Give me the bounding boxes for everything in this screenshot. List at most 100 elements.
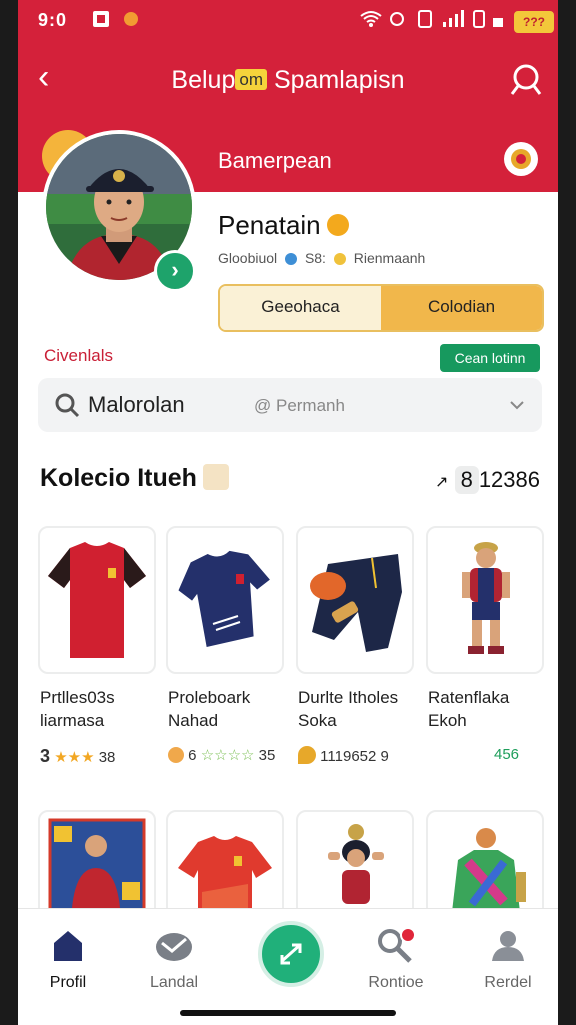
segment-option-1[interactable]: Geeohaca bbox=[220, 286, 381, 330]
nav-landal[interactable]: Landal bbox=[124, 927, 224, 992]
search-input[interactable]: Malorolan bbox=[88, 392, 185, 418]
item-title: Prtlles03s liarmasa bbox=[40, 686, 168, 732]
star-icon: ☆☆☆☆ bbox=[200, 747, 255, 764]
item-title-line2: Ekoh bbox=[428, 711, 467, 730]
chevron-down-icon[interactable] bbox=[508, 396, 526, 414]
item-card[interactable] bbox=[38, 810, 156, 924]
app-title: Belup om Spamlapisn bbox=[0, 66, 576, 95]
rating-value: 456 bbox=[494, 746, 520, 763]
item-title-line2: liarmasa bbox=[40, 711, 105, 730]
item-rating: 6 ☆☆☆☆ 35 bbox=[168, 746, 275, 764]
battery-level: ??? bbox=[523, 15, 545, 29]
star-icon: ★★★ bbox=[54, 749, 95, 766]
nav-profil[interactable]: Profil bbox=[18, 927, 118, 992]
rating-number: 3 bbox=[40, 746, 51, 766]
coin-icon bbox=[333, 253, 346, 265]
item-title-line1: Ratenflaka bbox=[428, 688, 510, 707]
jersey-image bbox=[178, 550, 270, 648]
item-card[interactable] bbox=[296, 810, 414, 924]
phone-frame: 9:0 ??? ‹ Belup om Spamlapisn › Bamerpea… bbox=[0, 0, 576, 1025]
item-title-line1: Proleboark bbox=[168, 688, 251, 707]
item-card[interactable] bbox=[166, 810, 284, 924]
nav-rontioe[interactable]: Rontioe bbox=[346, 927, 446, 992]
nav-label: Profil bbox=[49, 974, 87, 991]
rating-value: 38 bbox=[98, 749, 116, 766]
rating-number: 6 bbox=[188, 747, 197, 764]
search-icon[interactable] bbox=[508, 62, 544, 98]
search-bar[interactable]: Malorolan @ Permanh bbox=[38, 378, 542, 432]
title-highlight: om bbox=[235, 69, 267, 90]
nav-label: Rerdel bbox=[484, 974, 532, 991]
segment-option-2[interactable]: Colodian bbox=[381, 286, 542, 330]
item-title: Ratenflaka Ekoh bbox=[428, 686, 556, 732]
nav-rerdel[interactable]: Rerdel bbox=[458, 927, 558, 992]
rating-value: 35 bbox=[258, 747, 276, 764]
search-icon bbox=[55, 393, 80, 418]
app-bar: ‹ Belup om Spamlapisn bbox=[0, 44, 576, 114]
item-card[interactable] bbox=[166, 526, 284, 674]
notification-icon bbox=[93, 11, 109, 27]
collection-count: ↗ 8 12386 bbox=[435, 466, 540, 494]
home-indicator[interactable] bbox=[180, 1010, 396, 1016]
item-title: Durlte Itholes Soka bbox=[298, 686, 426, 732]
search-placeholder: @ Permanh bbox=[254, 396, 345, 415]
item-rating: 456 bbox=[494, 746, 519, 763]
figurine-image bbox=[328, 824, 384, 904]
swap-icon bbox=[280, 943, 302, 965]
alarm-icon bbox=[390, 12, 404, 26]
figurine-image bbox=[452, 828, 526, 912]
collection-title-text: Kolecio Itueh bbox=[40, 464, 197, 492]
meta-c: Rienmaanh bbox=[353, 250, 426, 266]
count-rest: 12386 bbox=[478, 467, 540, 492]
item-rating: 3 ★★★ 38 bbox=[40, 746, 115, 767]
meta-b: S8: bbox=[304, 250, 326, 266]
wifi-icon bbox=[360, 11, 382, 27]
item-card[interactable] bbox=[296, 526, 414, 674]
item-title-line1: Durlte Itholes bbox=[298, 688, 399, 707]
filter-label: Civenlals bbox=[44, 346, 113, 365]
item-rating: 1119652 9 bbox=[298, 746, 389, 765]
handshake-icon bbox=[156, 933, 192, 961]
segmented-control: Geeohaca Colodian bbox=[218, 284, 544, 332]
jersey-image bbox=[178, 836, 272, 922]
count-prefix: 8 bbox=[454, 466, 479, 494]
tag-icon bbox=[202, 464, 229, 490]
collection-title: Kolecio Itueh bbox=[40, 464, 229, 493]
item-title: Proleboark Nahad bbox=[168, 686, 296, 732]
profile-meta: Gloobiuol S8: Rienmaanh bbox=[218, 250, 425, 266]
rating-value: 1119652 9 bbox=[320, 748, 389, 765]
title-right: Spamlapisn bbox=[273, 66, 405, 94]
trend-icon: ↗ bbox=[435, 474, 449, 491]
filter-button[interactable]: Cean lotinn bbox=[440, 344, 540, 372]
figurine-image bbox=[462, 542, 510, 654]
trading-card-image bbox=[48, 818, 146, 922]
profile-name: Penatain bbox=[218, 210, 349, 241]
title-left: Belup bbox=[171, 66, 236, 94]
bottom-nav: Profil Landal Rontioe Rerdel bbox=[18, 908, 558, 1025]
key-icon bbox=[378, 927, 416, 963]
globe-icon bbox=[285, 253, 298, 265]
settings-icon[interactable] bbox=[504, 142, 538, 176]
status-bar: 9:0 ??? bbox=[0, 0, 576, 44]
status-time: 9:0 bbox=[38, 10, 68, 30]
nav-label: Rontioe bbox=[368, 974, 424, 991]
item-card[interactable] bbox=[38, 526, 156, 674]
data-icon bbox=[493, 18, 503, 27]
item-card[interactable] bbox=[426, 810, 544, 924]
shield-icon bbox=[298, 746, 316, 764]
emoji-icon bbox=[326, 214, 349, 236]
meta-a: Gloobiuol bbox=[218, 250, 278, 266]
center-action-button[interactable] bbox=[258, 921, 324, 987]
item-title-line2: Soka bbox=[298, 711, 337, 730]
vibrate-icon bbox=[418, 10, 432, 28]
home-icon bbox=[54, 931, 82, 961]
app-status-icon bbox=[124, 12, 138, 26]
user-icon bbox=[492, 931, 524, 961]
profile-name-text: Penatain bbox=[218, 210, 321, 240]
item-title-line1: Prtlles03s bbox=[40, 688, 115, 707]
battery-icon: ??? bbox=[514, 11, 554, 33]
medal-icon bbox=[168, 747, 184, 763]
sim-icon bbox=[473, 10, 485, 28]
item-card[interactable] bbox=[426, 526, 544, 674]
profile-action-button[interactable]: › bbox=[154, 250, 196, 292]
